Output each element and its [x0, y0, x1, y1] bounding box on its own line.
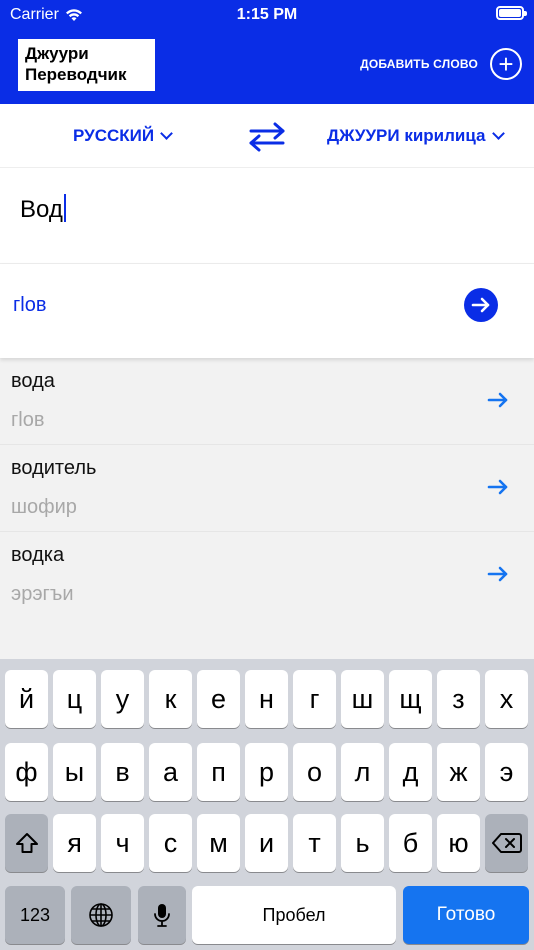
- suggestion-item[interactable]: водитель шофир: [0, 445, 534, 532]
- add-word-button[interactable]: ДОБАВИТЬ СЛОВО +: [360, 48, 522, 80]
- key[interactable]: о: [293, 743, 336, 801]
- key[interactable]: ф: [5, 743, 48, 801]
- logo-line-1: Джуури: [25, 44, 89, 63]
- key[interactable]: у: [101, 670, 144, 728]
- key[interactable]: н: [245, 670, 288, 728]
- done-key[interactable]: Готово: [403, 886, 529, 944]
- suggestion-word: водитель: [11, 457, 97, 479]
- space-key[interactable]: Пробел: [192, 886, 396, 944]
- translation-input-area[interactable]: Вод: [0, 168, 534, 264]
- key[interactable]: м: [197, 814, 240, 872]
- logo-line-2: Переводчик: [25, 65, 127, 84]
- key[interactable]: п: [197, 743, 240, 801]
- key[interactable]: ю: [437, 814, 480, 872]
- shift-icon: [15, 833, 38, 853]
- status-time: 1:15 PM: [236, 6, 298, 23]
- app-header: Carrier 1:15 PM Джуури Переводчик ДОБАВИ…: [0, 0, 534, 104]
- key[interactable]: т: [293, 814, 336, 872]
- key[interactable]: з: [437, 670, 480, 728]
- add-word-label: ДОБАВИТЬ СЛОВО: [360, 57, 478, 71]
- suggestion-item[interactable]: водка эрэгъи: [0, 532, 534, 619]
- globe-icon: [89, 903, 113, 927]
- translation-result-text: гlов: [13, 294, 47, 316]
- target-language-label: ДЖУУРИ кирилица: [327, 126, 486, 145]
- microphone-icon: [154, 904, 170, 927]
- suggestion-item[interactable]: вода гlов: [0, 358, 534, 445]
- source-language-label: РУССКИЙ: [73, 126, 155, 145]
- key[interactable]: я: [53, 814, 96, 872]
- suggestion-word: водка: [11, 544, 65, 566]
- key[interactable]: р: [245, 743, 288, 801]
- suggestions-list: вода гlов водитель шофир водка эрэгъи: [0, 358, 534, 659]
- globe-key[interactable]: [71, 886, 131, 944]
- key[interactable]: ц: [53, 670, 96, 728]
- plus-circle-icon: +: [490, 48, 522, 80]
- key[interactable]: й: [5, 670, 48, 728]
- dictation-key[interactable]: [138, 886, 186, 944]
- battery-icon: [496, 6, 527, 20]
- arrow-right-icon: [471, 297, 490, 313]
- swap-languages-icon[interactable]: [246, 120, 288, 154]
- target-language-dropdown[interactable]: ДЖУУРИ кирилица: [327, 126, 505, 146]
- delete-backspace-icon: [491, 833, 522, 853]
- chevron-down-icon: [160, 127, 173, 140]
- key[interactable]: ы: [53, 743, 96, 801]
- key[interactable]: а: [149, 743, 192, 801]
- key[interactable]: б: [389, 814, 432, 872]
- text-caret: [63, 194, 66, 222]
- key[interactable]: ж: [437, 743, 480, 801]
- arrow-right-icon: [487, 392, 508, 408]
- key[interactable]: щ: [389, 670, 432, 728]
- key[interactable]: ь: [341, 814, 384, 872]
- key[interactable]: е: [197, 670, 240, 728]
- translation-input[interactable]: Вод: [20, 194, 66, 224]
- language-selector-row: РУССКИЙ ДЖУУРИ кирилица: [0, 104, 534, 168]
- translation-result-area: гlов: [0, 264, 534, 358]
- key[interactable]: д: [389, 743, 432, 801]
- key[interactable]: и: [245, 814, 288, 872]
- arrow-right-icon: [487, 479, 508, 495]
- key[interactable]: ш: [341, 670, 384, 728]
- key[interactable]: в: [101, 743, 144, 801]
- chevron-down-icon: [491, 127, 505, 140]
- on-screen-keyboard: й ц у к е н г ш щ з х ф ы в а п р о л д …: [0, 659, 534, 950]
- key[interactable]: х: [485, 670, 528, 728]
- numbers-key[interactable]: 123: [5, 886, 65, 944]
- key[interactable]: ч: [101, 814, 144, 872]
- suggestion-translation: шофир: [11, 496, 77, 518]
- input-value: Вод: [20, 196, 63, 223]
- suggestion-word: вода: [11, 370, 55, 392]
- key[interactable]: э: [485, 743, 528, 801]
- key[interactable]: г: [293, 670, 336, 728]
- app-logo: Джуури Переводчик: [18, 39, 155, 91]
- suggestion-translation: эрэгъи: [11, 583, 74, 605]
- translate-go-button[interactable]: [464, 288, 498, 322]
- source-language-dropdown[interactable]: РУССКИЙ: [73, 126, 173, 146]
- shift-key[interactable]: [5, 814, 48, 872]
- arrow-right-icon: [487, 566, 508, 582]
- key[interactable]: с: [149, 814, 192, 872]
- key[interactable]: к: [149, 670, 192, 728]
- status-bar: Carrier 1:15 PM: [0, 0, 534, 30]
- suggestion-translation: гlов: [11, 409, 45, 431]
- delete-key[interactable]: [485, 814, 528, 872]
- key[interactable]: л: [341, 743, 384, 801]
